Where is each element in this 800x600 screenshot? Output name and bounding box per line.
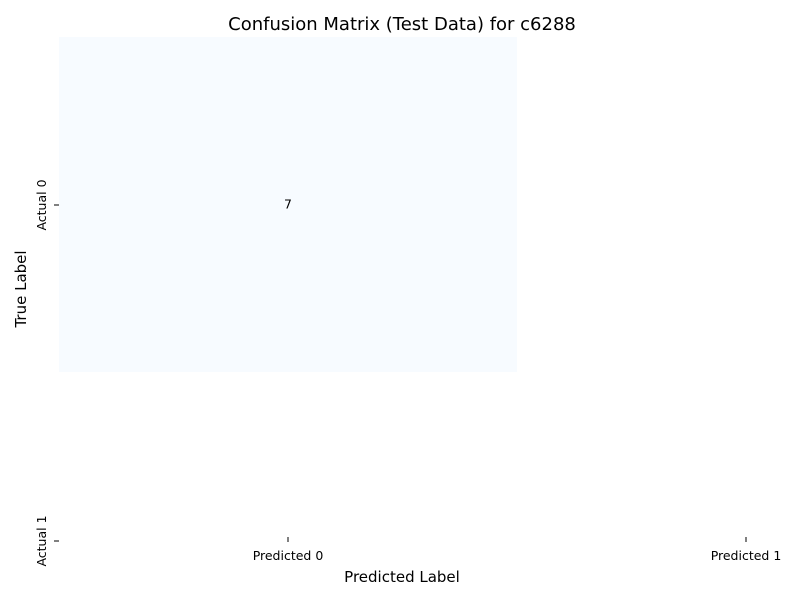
chart-title: Confusion Matrix (Test Data) for c6288 [228, 14, 576, 35]
heatmap-cell-labels: 7 [284, 197, 292, 212]
y-axis-label: True Label [12, 250, 30, 328]
y-tick-label: Actual 0 [34, 179, 49, 230]
x-axis-label: Predicted Label [344, 568, 460, 586]
x-tick-label: Predicted 0 [253, 548, 324, 563]
confusion-matrix-chart: Confusion Matrix (Test Data) for c6288 7… [12, 14, 782, 586]
y-tick-label: Actual 1 [34, 515, 49, 566]
y-axis-ticks: Actual 0 Actual 1 [34, 179, 59, 567]
x-tick-label: Predicted 1 [711, 548, 782, 563]
cell-value-label: 7 [284, 197, 292, 212]
x-axis-ticks: Predicted 0 Predicted 1 [253, 537, 782, 563]
